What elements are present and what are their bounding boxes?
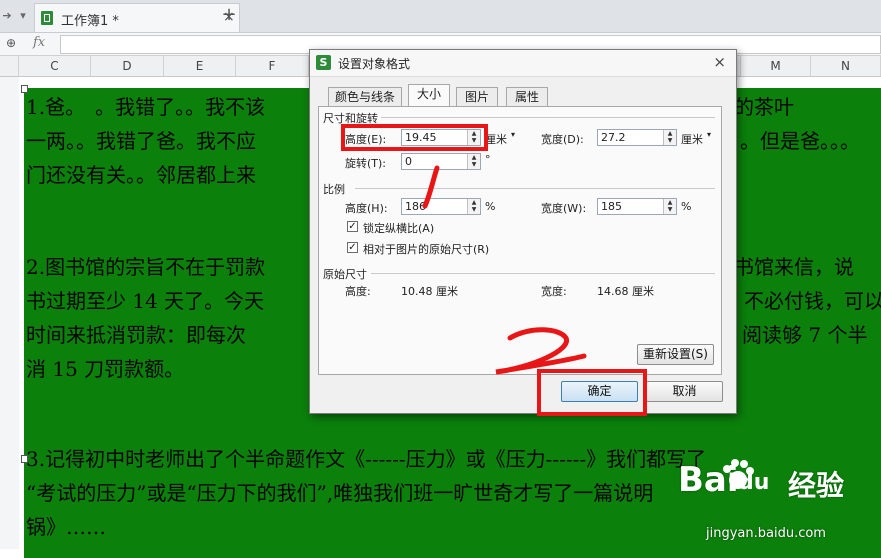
handwritten-annotations [422, 165, 587, 375]
